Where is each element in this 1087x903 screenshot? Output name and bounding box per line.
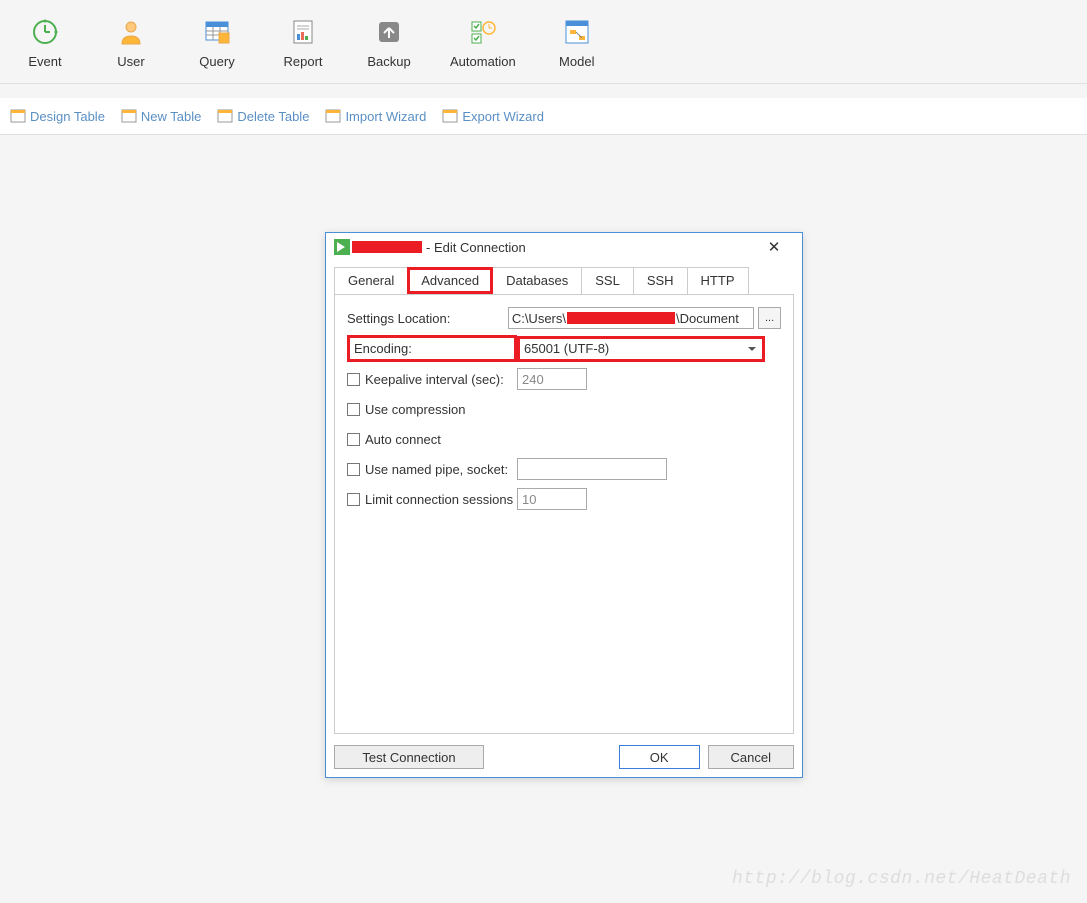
- named-pipe-label: Use named pipe, socket:: [365, 462, 508, 477]
- tab-panel-advanced: Settings Location: C:\Users\ \Document .…: [334, 294, 794, 734]
- dialog-title: - Edit Connection: [426, 240, 526, 255]
- keepalive-row: Keepalive interval (sec):: [347, 372, 517, 387]
- compression-checkbox[interactable]: [347, 403, 360, 416]
- toolbar-query-label: Query: [199, 54, 234, 69]
- toolbar-report-label: Report: [283, 54, 322, 69]
- settings-location-field[interactable]: C:\Users\ \Document: [508, 307, 754, 329]
- toolbar-report[interactable]: Report: [278, 18, 328, 69]
- limit-sessions-row: Limit connection sessions: [347, 492, 517, 507]
- backup-arrow-icon: [375, 18, 403, 46]
- toolbar-event-label: Event: [28, 54, 61, 69]
- tab-ssl[interactable]: SSL: [581, 267, 634, 294]
- app-icon: [334, 239, 350, 255]
- tab-databases[interactable]: Databases: [492, 267, 582, 294]
- action-new-table[interactable]: New Table: [117, 106, 205, 126]
- encoding-select[interactable]: 65001 (UTF-8): [517, 336, 765, 362]
- dialog-titlebar[interactable]: - Edit Connection ✕: [326, 233, 802, 261]
- redacted-text: [567, 312, 675, 324]
- ellipsis-icon: ...: [765, 312, 774, 324]
- main-toolbar: Event User Query Report Backup Automatio…: [0, 0, 1087, 84]
- close-icon: ✕: [768, 238, 781, 256]
- cancel-button[interactable]: Cancel: [708, 745, 794, 769]
- limit-sessions-input[interactable]: [517, 488, 587, 510]
- toolbar-automation[interactable]: Automation: [450, 18, 516, 69]
- path-prefix: C:\Users\: [512, 311, 566, 326]
- action-import-wizard[interactable]: Import Wizard: [321, 106, 430, 126]
- table-icon: [10, 108, 26, 124]
- path-suffix: \Document: [676, 311, 739, 326]
- export-icon: [442, 108, 458, 124]
- action-delete-table[interactable]: Delete Table: [213, 106, 313, 126]
- ok-button[interactable]: OK: [619, 745, 700, 769]
- redacted-text: [352, 241, 422, 253]
- edit-connection-dialog: - Edit Connection ✕ General Advanced Dat…: [325, 232, 803, 778]
- watermark-text: http://blog.csdn.net/HeatDeath: [732, 869, 1071, 889]
- action-new-table-label: New Table: [141, 109, 201, 124]
- keepalive-input[interactable]: [517, 368, 587, 390]
- document-chart-icon: [289, 18, 317, 46]
- toolbar-backup[interactable]: Backup: [364, 18, 414, 69]
- compression-row: Use compression: [347, 402, 465, 417]
- autoconnect-label: Auto connect: [365, 432, 441, 447]
- import-icon: [325, 108, 341, 124]
- toolbar-query[interactable]: Query: [192, 18, 242, 69]
- checklist-icon: [469, 18, 497, 46]
- action-export-wizard[interactable]: Export Wizard: [438, 106, 548, 126]
- named-pipe-input[interactable]: [517, 458, 667, 480]
- autoconnect-checkbox[interactable]: [347, 433, 360, 446]
- compression-label: Use compression: [365, 402, 465, 417]
- dialog-button-row: Test Connection OK Cancel: [334, 745, 794, 769]
- action-export-wizard-label: Export Wizard: [462, 109, 544, 124]
- limit-sessions-checkbox[interactable]: [347, 493, 360, 506]
- tab-general[interactable]: General: [334, 267, 408, 294]
- test-connection-button[interactable]: Test Connection: [334, 745, 484, 769]
- named-pipe-checkbox[interactable]: [347, 463, 360, 476]
- encoding-label: Encoding:: [347, 335, 517, 362]
- tab-ssh[interactable]: SSH: [633, 267, 688, 294]
- keepalive-checkbox[interactable]: [347, 373, 360, 386]
- clock-icon: [31, 18, 59, 46]
- toolbar-user-label: User: [117, 54, 144, 69]
- table-delete-icon: [217, 108, 233, 124]
- table-plus-icon: [121, 108, 137, 124]
- limit-sessions-label: Limit connection sessions: [365, 492, 513, 507]
- toolbar-backup-label: Backup: [367, 54, 410, 69]
- tab-advanced[interactable]: Advanced: [407, 267, 493, 294]
- toolbar-user[interactable]: User: [106, 18, 156, 69]
- encoding-value: 65001 (UTF-8): [524, 341, 609, 356]
- dialog-tabs: General Advanced Databases SSL SSH HTTP: [334, 267, 794, 294]
- toolbar-automation-label: Automation: [450, 54, 516, 69]
- action-delete-table-label: Delete Table: [237, 109, 309, 124]
- named-pipe-row: Use named pipe, socket:: [347, 462, 517, 477]
- browse-button[interactable]: ...: [758, 307, 781, 329]
- toolbar-event[interactable]: Event: [20, 18, 70, 69]
- action-import-wizard-label: Import Wizard: [345, 109, 426, 124]
- autoconnect-row: Auto connect: [347, 432, 441, 447]
- keepalive-label: Keepalive interval (sec):: [365, 372, 504, 387]
- table-grid-icon: [203, 18, 231, 46]
- toolbar-model-label: Model: [559, 54, 594, 69]
- diagram-icon: [563, 18, 591, 46]
- action-design-table-label: Design Table: [30, 109, 105, 124]
- settings-location-label: Settings Location:: [347, 311, 508, 326]
- toolbar-model[interactable]: Model: [552, 18, 602, 69]
- tab-http[interactable]: HTTP: [687, 267, 749, 294]
- sub-toolbar: Design Table New Table Delete Table Impo…: [0, 98, 1087, 135]
- user-icon: [117, 18, 145, 46]
- action-design-table[interactable]: Design Table: [6, 106, 109, 126]
- close-button[interactable]: ✕: [754, 235, 794, 259]
